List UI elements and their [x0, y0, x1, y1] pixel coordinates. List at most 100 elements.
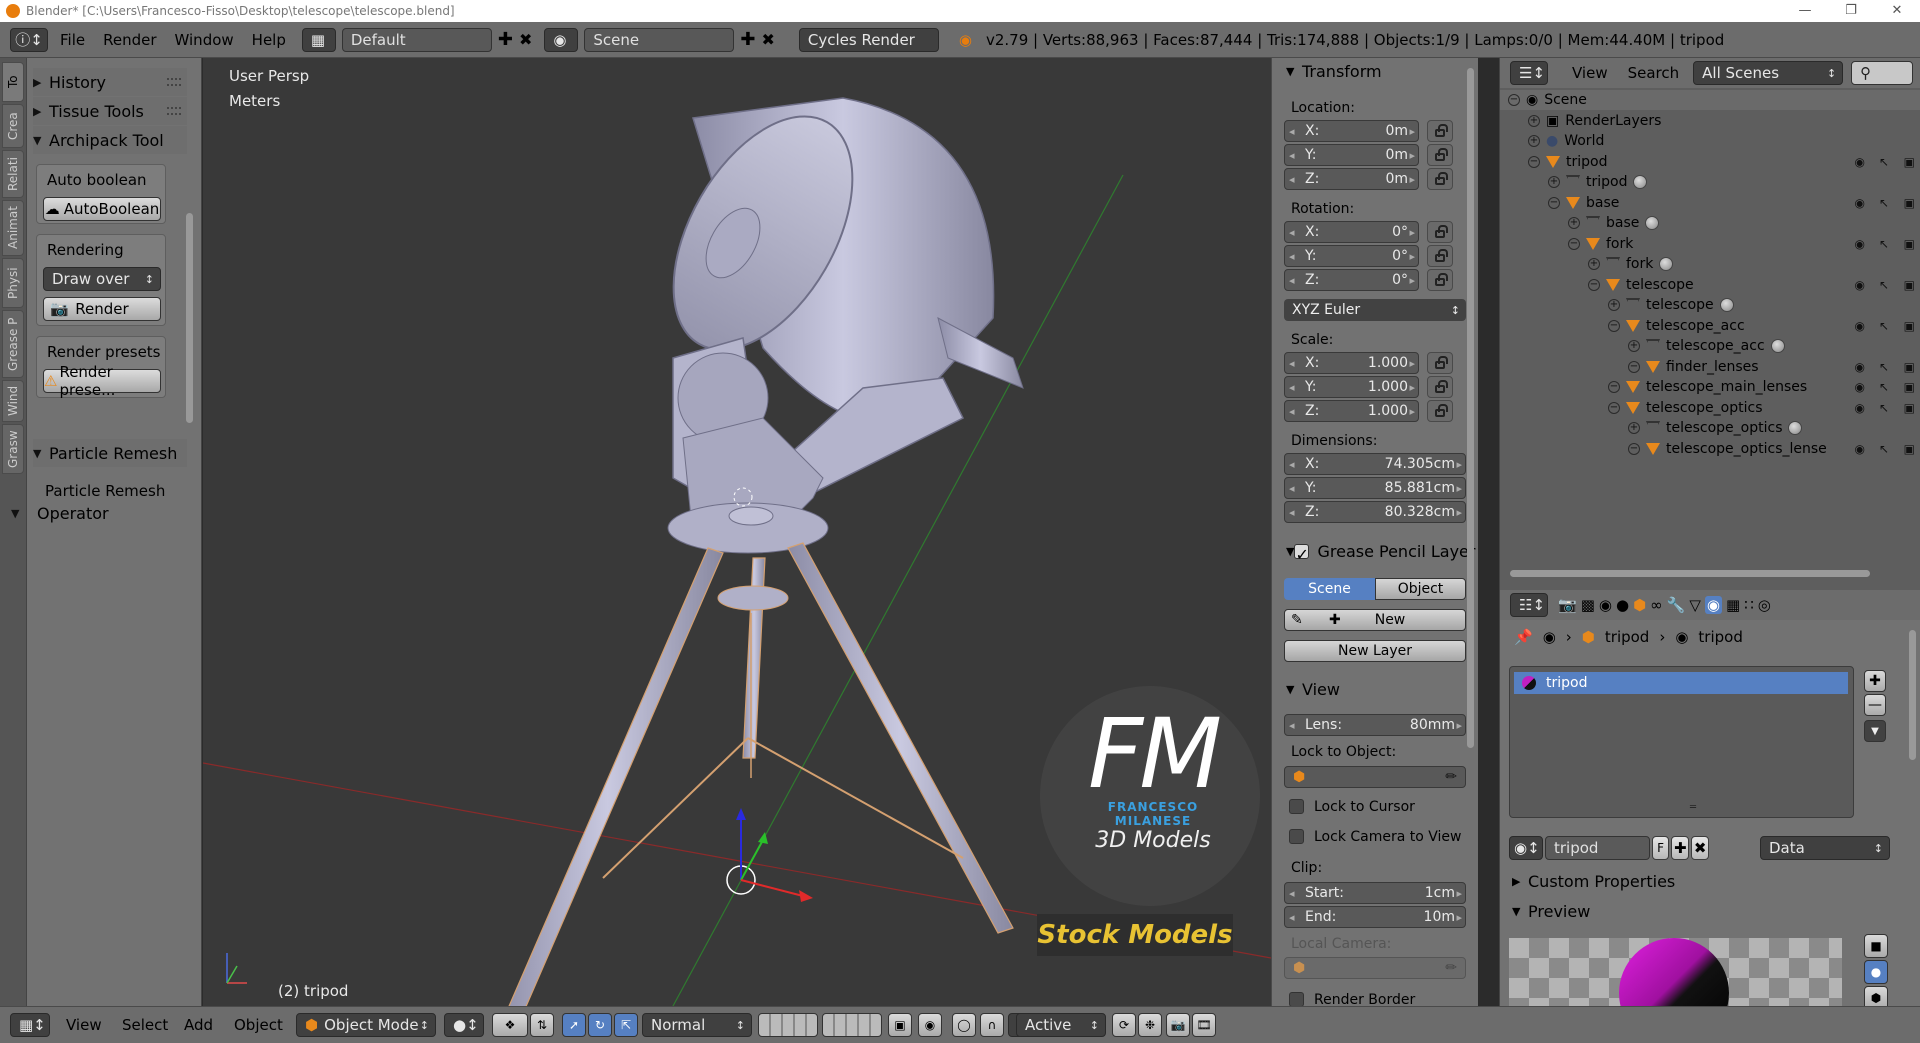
- add-layout-icon[interactable]: ✚: [498, 29, 513, 50]
- expand-toggle-icon[interactable]: +: [1608, 299, 1620, 311]
- dimension-z[interactable]: Z: 80.328cm: [1284, 501, 1466, 523]
- manipulator-icon[interactable]: ⇅: [530, 1013, 554, 1037]
- editor-type-button[interactable]: ⓘ↕: [10, 27, 48, 52]
- outliner-row[interactable]: − telescope_main_lenses ◉ ↖ ▣: [1500, 377, 1920, 397]
- expand-toggle-icon[interactable]: −: [1628, 360, 1640, 373]
- lock-icon[interactable]: [1427, 352, 1453, 374]
- panel-operator[interactable]: ▼ Operator: [7, 499, 187, 527]
- remove-scene-icon[interactable]: ✖: [761, 30, 774, 49]
- gp-new-button[interactable]: ✎ ✚ New: [1284, 609, 1466, 631]
- lens-field[interactable]: Lens: 80mm: [1284, 714, 1466, 736]
- transform-header[interactable]: ▼ Transform: [1272, 58, 1468, 84]
- outliner-row[interactable]: + telescope_acc: [1500, 336, 1920, 356]
- modifiers-tab-icon[interactable]: 🔧: [1667, 596, 1686, 614]
- rotation-z[interactable]: Z: 0°: [1284, 269, 1419, 291]
- selectable-cursor-icon[interactable]: ↖: [1879, 237, 1889, 251]
- layers-grid-2[interactable]: [822, 1013, 882, 1037]
- expand-toggle-icon[interactable]: −: [1568, 237, 1580, 250]
- slot-add-button[interactable]: ✚: [1864, 670, 1886, 692]
- particles-tab-icon[interactable]: ∷: [1744, 596, 1754, 614]
- fake-user-button[interactable]: F: [1651, 836, 1670, 860]
- gizmo-x[interactable]: [740, 879, 804, 897]
- outliner-editor-icon[interactable]: ☰↕: [1510, 61, 1548, 85]
- screen-layout-icon[interactable]: ▦: [301, 27, 336, 52]
- lock-icon[interactable]: [1427, 120, 1453, 142]
- visibility-eye-icon[interactable]: ◉: [1855, 237, 1865, 251]
- outliner-row[interactable]: + ● World: [1500, 131, 1920, 151]
- outliner-view-menu[interactable]: View: [1566, 64, 1614, 82]
- outliner-search-field[interactable]: ⚲: [1851, 61, 1914, 85]
- expand-toggle-icon[interactable]: +: [1628, 422, 1640, 434]
- remove-layout-icon[interactable]: ✖: [519, 30, 532, 49]
- data-tab-icon[interactable]: ▽: [1689, 596, 1701, 614]
- mode-select[interactable]: ⬢ Object Mode ↕: [296, 1013, 436, 1037]
- expand-toggle-icon[interactable]: +: [1568, 217, 1580, 229]
- selectable-cursor-icon[interactable]: ↖: [1879, 319, 1889, 333]
- selectable-cursor-icon[interactable]: ↖: [1879, 278, 1889, 292]
- transform-orientation-select[interactable]: Normal ↕: [642, 1013, 752, 1037]
- lock-icon[interactable]: [1427, 144, 1453, 166]
- expand-toggle-icon[interactable]: −: [1628, 442, 1640, 455]
- render-camera-icon[interactable]: ▣: [1904, 237, 1915, 251]
- material-name-field[interactable]: tripod: [1545, 836, 1650, 860]
- tab-create[interactable]: Crea: [2, 104, 24, 148]
- properties-editor-icon[interactable]: ☷↕: [1510, 593, 1548, 617]
- eyedropper-icon[interactable]: ✏: [1445, 769, 1457, 785]
- object-menu[interactable]: Object: [228, 1016, 289, 1034]
- outliner-row[interactable]: − telescope ◉ ↖ ▣: [1500, 275, 1920, 295]
- clip-end-field[interactable]: End: 10m: [1284, 906, 1466, 928]
- outliner-row[interactable]: − telescope_acc ◉ ↖ ▣: [1500, 316, 1920, 336]
- physics-tab-icon[interactable]: ◎: [1758, 596, 1771, 614]
- expand-toggle-icon[interactable]: −: [1608, 401, 1620, 414]
- menu-window[interactable]: Window: [169, 31, 240, 49]
- new-layer-button[interactable]: New Layer: [1284, 640, 1466, 662]
- panel-history[interactable]: ▶ History: [33, 68, 187, 96]
- layers-grid-1[interactable]: [758, 1013, 818, 1037]
- material-slot-list[interactable]: tripod ═: [1509, 666, 1854, 818]
- scene-tab-icon[interactable]: ◉: [1599, 596, 1612, 614]
- telescope-model[interactable]: [493, 86, 1024, 1006]
- custom-properties-header[interactable]: ▶ Custom Properties: [1500, 868, 1900, 894]
- visibility-eye-icon[interactable]: ◉: [1855, 278, 1865, 292]
- material-link-select[interactable]: Data ↕: [1760, 836, 1890, 860]
- rotation-mode-select[interactable]: XYZ Euler ↕: [1284, 299, 1466, 321]
- expand-toggle-icon[interactable]: −: [1608, 319, 1620, 332]
- selectable-cursor-icon[interactable]: ↖: [1879, 360, 1889, 374]
- drag-grip-icon[interactable]: [167, 78, 181, 86]
- panel-tissue-tools[interactable]: ▶ Tissue Tools: [33, 97, 187, 125]
- visibility-eye-icon[interactable]: ◉: [1855, 319, 1865, 333]
- new-material-icon[interactable]: ✚: [1671, 836, 1690, 860]
- selectable-cursor-icon[interactable]: ↖: [1879, 380, 1889, 394]
- render-layers-tab-icon[interactable]: ▩: [1581, 596, 1595, 614]
- clip-start-field[interactable]: Start: 1cm: [1284, 882, 1466, 904]
- lock-icon[interactable]: [1427, 245, 1453, 267]
- tab-tools[interactable]: To: [2, 62, 24, 102]
- menu-help[interactable]: Help: [246, 31, 292, 49]
- add-menu[interactable]: Add: [178, 1016, 219, 1034]
- menu-render[interactable]: Render: [97, 31, 162, 49]
- outliner-row[interactable]: − tripod ◉ ↖ ▣: [1500, 152, 1920, 172]
- align-rotation-icon[interactable]: ⟳: [1112, 1013, 1136, 1037]
- particle-remesh-button[interactable]: Particle Remesh: [45, 482, 165, 500]
- properties-scrollbar[interactable]: [1909, 630, 1916, 760]
- scene-icon[interactable]: ◉: [544, 27, 579, 52]
- snap-toggle-icon[interactable]: ∩: [980, 1013, 1004, 1037]
- maximize-icon[interactable]: ❐: [1828, 0, 1874, 22]
- lock-icon[interactable]: [1427, 221, 1453, 243]
- outliner-row[interactable]: − base ◉ ↖ ▣: [1500, 193, 1920, 213]
- render-camera-icon[interactable]: ▣: [1904, 155, 1915, 169]
- outliner-row[interactable]: − telescope_optics ◉ ↖ ▣: [1500, 398, 1920, 418]
- render-engine-select[interactable]: Cycles Render: [798, 27, 939, 52]
- pivot-icon[interactable]: ❖: [492, 1013, 528, 1037]
- lock-icon[interactable]: [1427, 168, 1453, 190]
- toolshelf-scrollbar[interactable]: [186, 213, 193, 423]
- resize-grip-icon[interactable]: ═: [1690, 802, 1696, 813]
- expand-toggle-icon[interactable]: +: [1528, 114, 1540, 127]
- outliner-hscrollbar[interactable]: [1510, 570, 1870, 577]
- selectable-cursor-icon[interactable]: ↖: [1879, 442, 1889, 456]
- material-slot-row[interactable]: tripod: [1514, 672, 1848, 694]
- location-x[interactable]: X: 0m: [1284, 120, 1419, 142]
- selectable-cursor-icon[interactable]: ↖: [1879, 401, 1889, 415]
- object-tab-icon[interactable]: ⬢: [1633, 596, 1646, 614]
- proportional-edit-icon[interactable]: ◯: [952, 1013, 976, 1037]
